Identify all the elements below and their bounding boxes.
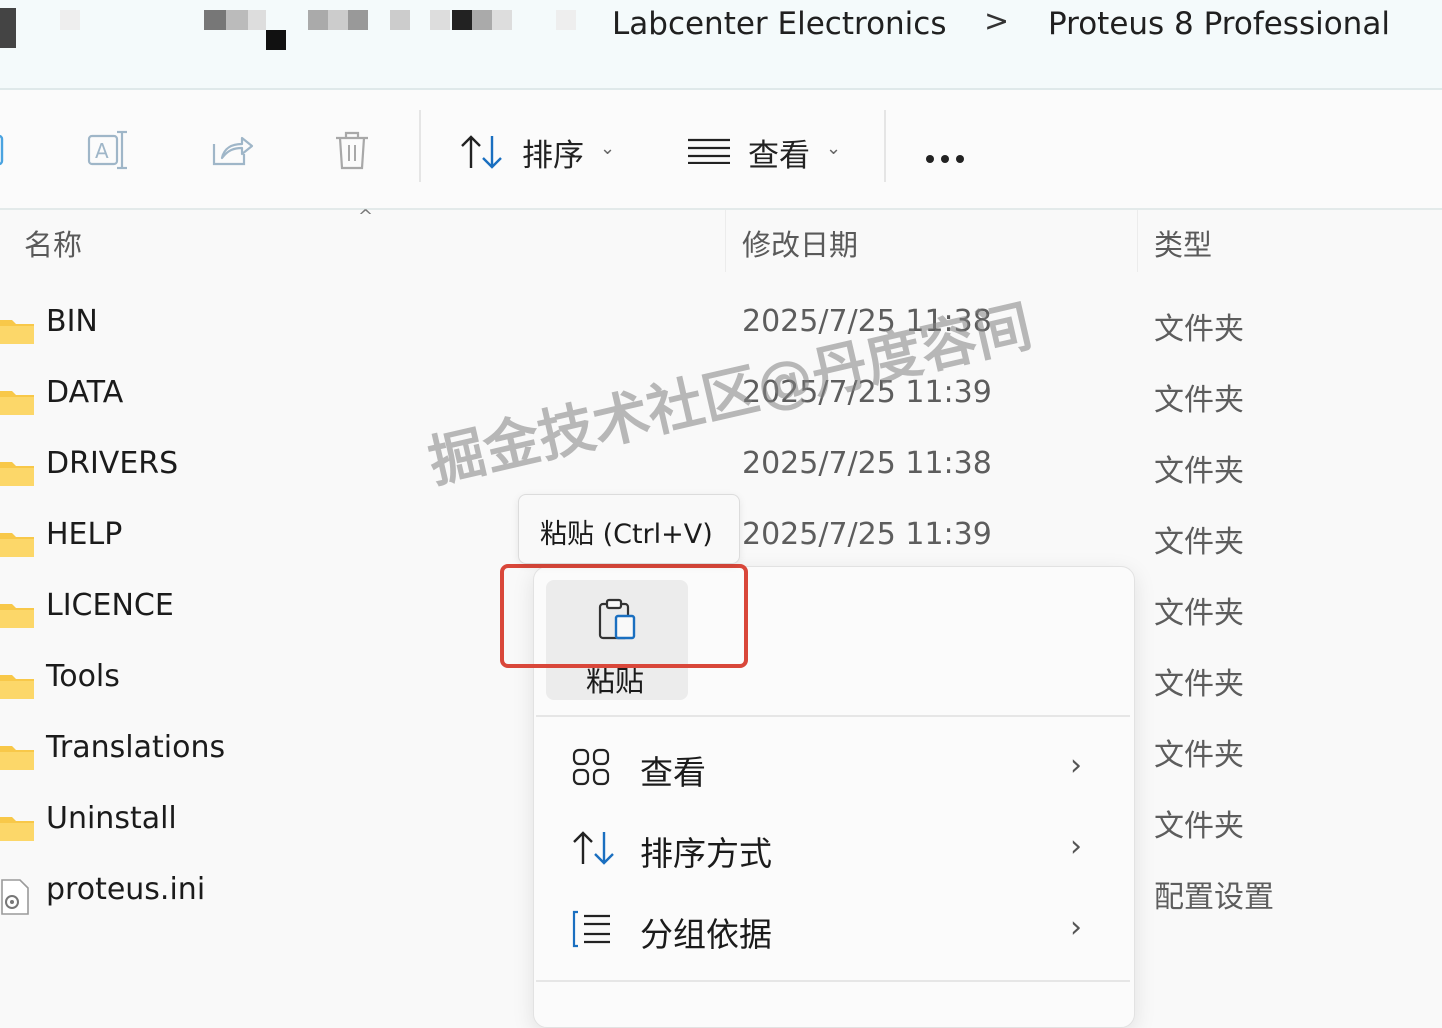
folder-icon [0, 529, 34, 561]
address-bar[interactable]: Labcenter Electronics > Proteus 8 Profes… [0, 0, 1442, 90]
copy-icon[interactable] [0, 130, 8, 170]
folder-icon [0, 671, 34, 703]
column-header-modified[interactable]: 修改日期 [742, 222, 858, 264]
chevron-right-icon: › [1070, 748, 1082, 783]
highlight-annotation [500, 564, 748, 668]
folder-icon [0, 813, 34, 845]
more-icon[interactable] [926, 148, 971, 167]
menu-item-label: 排序方式 [640, 834, 772, 873]
rename-icon[interactable]: A [86, 130, 132, 174]
column-divider[interactable] [1137, 210, 1138, 272]
file-name: proteus.ini [46, 872, 206, 907]
chevron-down-icon: ⌄ [826, 138, 842, 159]
menu-item-label: 查看 [640, 753, 706, 792]
folder-icon [0, 600, 34, 632]
folder-icon [0, 458, 34, 490]
sort-ascending-icon: ^ [358, 206, 374, 227]
toolbar-separator [884, 110, 886, 182]
svg-text:A: A [95, 139, 109, 163]
sort-icon [460, 134, 504, 174]
file-type: 文件夹 [1154, 809, 1244, 844]
tooltip-text: 粘贴 (Ctrl+V) [540, 519, 713, 550]
menu-divider [536, 715, 1130, 717]
menu-item-label: 分组依据 [640, 915, 772, 954]
column-header-name[interactable]: 名称 [24, 222, 82, 264]
file-name: Uninstall [46, 801, 177, 836]
file-name: HELP [46, 517, 123, 552]
file-date: 2025/7/25 11:39 [742, 517, 992, 552]
folder-icon [0, 387, 34, 419]
share-icon[interactable] [210, 130, 254, 174]
file-type: 文件夹 [1154, 738, 1244, 773]
view-label: 查看 [748, 138, 810, 174]
file-type: 文件夹 [1154, 383, 1244, 418]
chevron-down-icon: ⌄ [600, 138, 616, 159]
command-bar: A 排序 ⌄ 查看 ⌄ [0, 90, 1442, 210]
file-date: 2025/7/25 11:38 [742, 446, 992, 481]
ini-file-icon [0, 878, 30, 920]
toolbar-separator [419, 110, 421, 182]
file-type: 文件夹 [1154, 454, 1244, 489]
breadcrumb-item-proteus[interactable]: Proteus 8 Professional [1048, 6, 1390, 42]
delete-icon[interactable] [332, 130, 372, 176]
grid-view-icon [572, 748, 610, 790]
folder-icon [0, 316, 34, 348]
file-type: 文件夹 [1154, 596, 1244, 631]
sort-label: 排序 [522, 138, 584, 174]
folder-icon [0, 742, 34, 774]
file-type: 文件夹 [1154, 312, 1244, 347]
file-type: 文件夹 [1154, 667, 1244, 702]
chevron-right-icon: › [1070, 910, 1082, 945]
file-type: 配置设置 [1154, 880, 1274, 915]
group-by-icon [572, 910, 612, 952]
view-icon [688, 138, 730, 168]
file-name: DATA [46, 375, 124, 410]
column-header-type[interactable]: 类型 [1154, 222, 1212, 264]
breadcrumb-separator[interactable]: > [984, 4, 1009, 39]
file-name: BIN [46, 304, 98, 339]
sort-icon [572, 830, 616, 870]
breadcrumb-item-labcenter[interactable]: Labcenter Electronics [612, 6, 947, 42]
file-name: LICENCE [46, 588, 174, 623]
file-name: Translations [46, 730, 226, 765]
column-divider[interactable] [725, 210, 726, 272]
chevron-right-icon: › [1070, 829, 1082, 864]
file-name: DRIVERS [46, 446, 179, 481]
menu-divider [536, 980, 1130, 982]
file-type: 文件夹 [1154, 525, 1244, 560]
file-name: Tools [46, 659, 120, 694]
